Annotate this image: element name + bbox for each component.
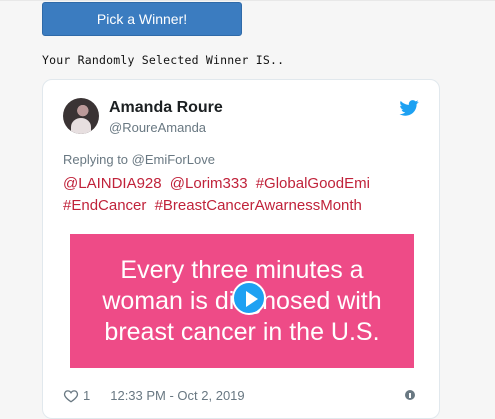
tweet-text: @LAINDIA928 @Lorim333 #GlobalGoodEmi #En… — [63, 173, 413, 217]
winner-label: Your Randomly Selected Winner IS.. — [42, 53, 285, 67]
tweet-card: Amanda Roure @RoureAmanda Replying to @E… — [42, 79, 440, 419]
mention-laindia928[interactable]: @LAINDIA928 — [63, 175, 162, 192]
pick-winner-button[interactable]: Pick a Winner! — [42, 2, 242, 36]
play-icon[interactable] — [232, 281, 266, 315]
hashtag-endcancer[interactable]: #EndCancer — [63, 197, 146, 214]
tweet-footer: 1 12:33 PM - Oct 2, 2019 — [63, 388, 245, 403]
tweet-timestamp[interactable]: 12:33 PM - Oct 2, 2019 — [110, 388, 244, 403]
tweet-media[interactable]: Every three minutes a woman is diagnosed… — [70, 234, 414, 368]
heart-icon[interactable] — [63, 389, 79, 403]
mention-lorim333[interactable]: @Lorim333 — [170, 175, 248, 192]
twitter-bird-icon[interactable] — [399, 100, 419, 116]
top-divider — [0, 0, 495, 1]
replying-to[interactable]: Replying to @EmiForLove — [63, 152, 215, 167]
avatar[interactable] — [63, 98, 99, 134]
info-icon[interactable] — [405, 390, 415, 400]
like-count: 1 — [83, 388, 91, 403]
hashtag-globalgoodemi[interactable]: #GlobalGoodEmi — [256, 175, 370, 192]
author-handle[interactable]: @RoureAmanda — [109, 120, 206, 135]
author-name[interactable]: Amanda Roure — [109, 99, 223, 117]
hashtag-breastcancerawarnessmonth[interactable]: #BreastCancerAwarnessMonth — [155, 197, 362, 214]
